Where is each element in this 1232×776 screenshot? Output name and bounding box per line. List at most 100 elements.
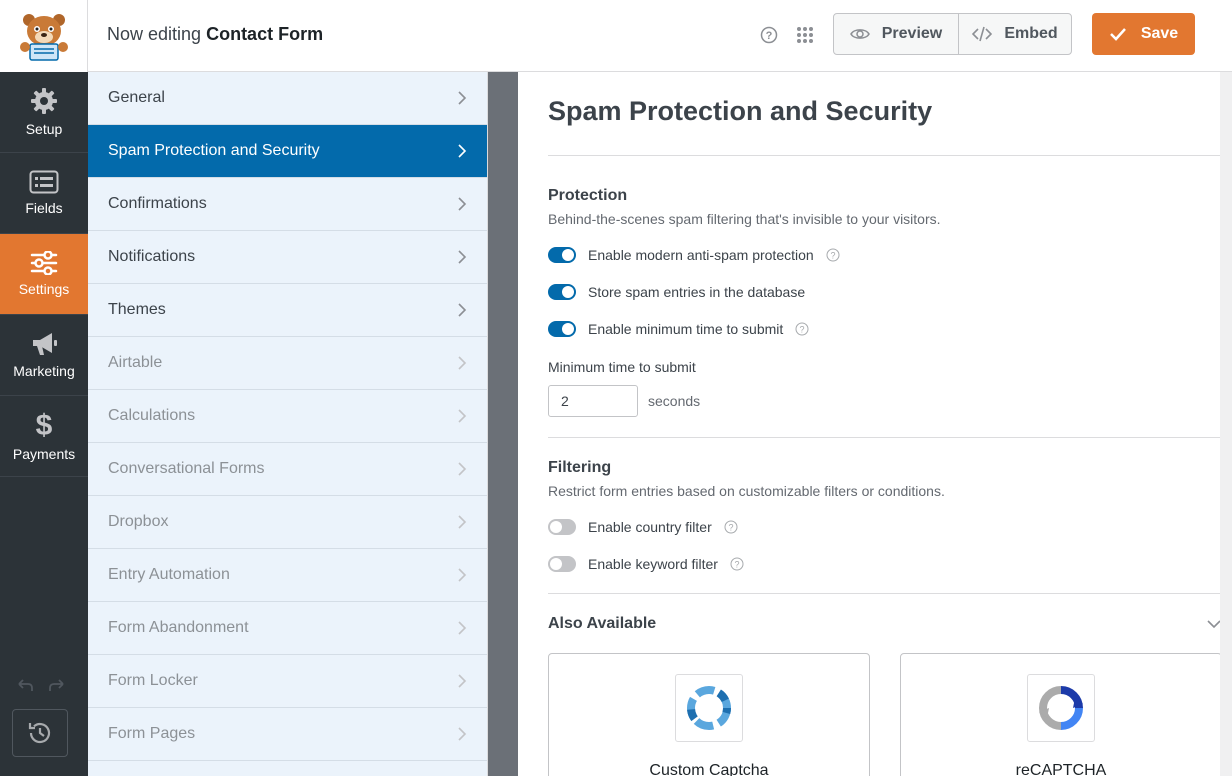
panel-item-confirmations[interactable]: Confirmations [88,178,487,231]
toggle-row-country: Enable country filter ? [548,519,738,535]
panel-item-label: Airtable [108,354,163,371]
panel-item-form-locker[interactable]: Form Locker [88,655,487,708]
toggle-label: Enable modern anti-spam protection [588,247,814,263]
toggle-label: Enable keyword filter [588,556,718,572]
redo-icon[interactable] [48,678,66,692]
keyword-filter-toggle[interactable] [548,556,576,572]
sidebar-item-settings[interactable]: Settings [0,234,88,315]
custom-captcha-icon [687,686,731,730]
content-scrollbar[interactable] [1220,72,1232,776]
chevron-right-icon [458,409,467,423]
panel-item-dropbox[interactable]: Dropbox [88,496,487,549]
custom-captcha-logo [675,674,743,742]
divider [548,437,1221,438]
top-bar: Now editing Contact Form ? Preview Embed… [0,0,1232,72]
panel-item-themes[interactable]: Themes [88,284,487,337]
chevron-right-icon [458,674,467,688]
svg-text:?: ? [728,523,733,533]
store-spam-toggle[interactable] [548,284,576,300]
chevron-right-icon [458,356,467,370]
panel-item-form-pages[interactable]: Form Pages [88,708,487,761]
panel-item-form-abandonment[interactable]: Form Abandonment [88,602,487,655]
min-time-toggle[interactable] [548,321,576,337]
chevron-right-icon [458,91,467,105]
help-icon[interactable]: ? [760,26,778,44]
svg-text:?: ? [734,560,739,570]
chevron-right-icon [458,727,467,741]
recaptcha-icon [1038,686,1083,730]
undo-icon[interactable] [16,678,34,692]
chevron-right-icon [458,568,467,582]
editing-prefix: Now editing [107,24,202,44]
addon-card-custom-captcha[interactable]: Custom Captcha [548,653,870,776]
sliders-icon [30,251,58,275]
embed-button[interactable]: Embed [959,14,1071,54]
help-icon[interactable]: ? [730,557,744,571]
panel-item-label: Notifications [108,248,196,265]
save-button[interactable]: Save [1092,13,1195,55]
panel-item-spam-protection-and-security[interactable]: Spam Protection and Security [88,125,487,178]
also-available-header[interactable]: Also Available [548,615,1221,633]
sidebar-item-marketing[interactable]: Marketing [0,315,88,396]
toggle-row-store-spam: Store spam entries in the database [548,284,805,300]
revisions-button[interactable] [12,709,68,757]
min-time-unit: seconds [648,393,701,409]
preview-embed-group: Preview Embed [833,13,1072,55]
panel-item-label: Form Abandonment [108,619,249,636]
panel-item-airtable[interactable]: Airtable [88,337,487,390]
divider [548,155,1221,156]
svg-text:?: ? [800,325,805,335]
sidebar-item-setup[interactable]: Setup [0,72,88,153]
panel-divider [488,72,518,776]
panel-item-label: Form Locker [108,672,198,689]
chevron-right-icon [458,144,467,158]
dollar-icon: $ [36,410,53,440]
eye-icon [849,29,870,39]
preview-label: Preview [881,25,943,42]
page-title: Now editing Contact Form [107,24,323,45]
chevron-right-icon [458,250,467,264]
panel-item-label: Conversational Forms [108,460,265,477]
help-icon[interactable]: ? [724,520,738,534]
undo-redo-group [16,678,66,692]
toggle-label: Store spam entries in the database [588,284,806,300]
chevron-down-icon [1207,619,1221,628]
sidebar-label-payments: Payments [12,446,76,462]
svg-text:?: ? [830,251,835,261]
sidebar-label-settings: Settings [18,281,70,297]
protection-title: Protection [548,187,628,204]
panel-item-calculations[interactable]: Calculations [88,390,487,443]
apps-grid-icon[interactable] [796,26,814,44]
svg-text:$: $ [36,410,53,440]
country-filter-toggle[interactable] [548,519,576,535]
save-label: Save [1140,25,1179,42]
megaphone-icon [33,333,57,355]
panel-item-label: Calculations [108,407,196,424]
chevron-right-icon [458,303,467,317]
panel-item-general[interactable]: General [88,72,487,125]
sidebar-label-fields: Fields [25,200,63,216]
help-icon[interactable]: ? [826,248,840,262]
chevron-right-icon [458,197,467,211]
checkmark-icon [1109,28,1126,41]
panel-item-label: Themes [108,301,166,318]
preview-button[interactable]: Preview [834,14,959,54]
panel-item-conversational-forms[interactable]: Conversational Forms [88,443,487,496]
recaptcha-logo [1027,674,1095,742]
sidebar-item-fields[interactable]: Fields [0,153,88,234]
chevron-right-icon [458,621,467,635]
also-available-title: Also Available [548,615,657,632]
panel-item-notifications[interactable]: Notifications [88,231,487,284]
panel-item-entry-automation[interactable]: Entry Automation [88,549,487,602]
min-time-input[interactable] [548,385,638,417]
settings-panel: General Spam Protection and Security Confi… [88,72,488,776]
anti-spam-toggle[interactable] [548,247,576,263]
chevron-right-icon [458,515,467,529]
sidebar-item-payments[interactable]: $ Payments [0,396,88,477]
help-icon[interactable]: ? [795,322,809,336]
filtering-desc: Restrict form entries based on customiza… [548,483,945,499]
section-heading: Spam Protection and Security [548,96,933,126]
wpforms-logo[interactable] [0,0,88,72]
svg-text:?: ? [766,30,773,42]
addon-card-recaptcha[interactable]: reCAPTCHA [900,653,1222,776]
